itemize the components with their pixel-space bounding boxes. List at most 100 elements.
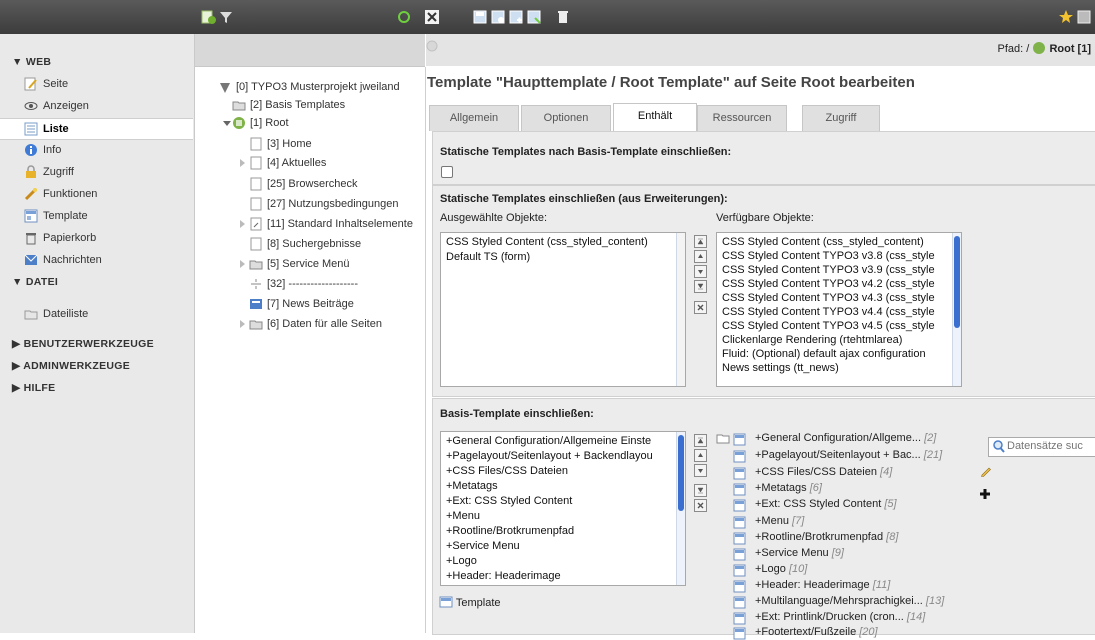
list-item[interactable]: +Service Menu [446, 540, 520, 552]
list-item[interactable]: Clickenlarge Rendering (rtehtmlarea) [722, 334, 902, 346]
new-page-icon[interactable] [200, 9, 216, 25]
breadcrumb-current-page[interactable]: Root [1] [1049, 43, 1091, 55]
record-item[interactable]: +Rootline/Brotkrumenpfad [8] [733, 531, 898, 545]
move-bottom-button[interactable] [694, 484, 707, 497]
record-item[interactable]: +CSS Files/CSS Dateien [4] [733, 466, 892, 480]
record-item[interactable]: +Logo [10] [733, 563, 807, 577]
list-item[interactable]: +Header: Headerimage [446, 570, 561, 582]
list-item[interactable]: +Pagelayout/Seitenlayout + Backendlayou [446, 450, 653, 462]
template-link[interactable]: Template [439, 596, 501, 609]
expand-arrow-icon[interactable] [237, 317, 247, 331]
list-item[interactable]: CSS Styled Content TYPO3 v4.2 (css_style [722, 278, 935, 290]
remove-item-button[interactable] [694, 499, 707, 512]
list-item[interactable]: News settings (tt_news) [722, 362, 839, 374]
menu-group-benutzerwerkzeuge[interactable]: ▶ BENUTZERWERKZEUGE [12, 338, 154, 350]
list-item[interactable]: +Menu [446, 510, 480, 522]
expand-arrow-icon[interactable] [237, 257, 247, 271]
static-basis-checkbox[interactable] [441, 166, 453, 178]
refresh-icon[interactable] [396, 9, 412, 25]
open-new-window-icon[interactable] [1076, 9, 1092, 25]
context-help-icon[interactable] [426, 40, 438, 52]
bookmark-star-icon[interactable] [1058, 9, 1074, 25]
record-item[interactable]: +Ext: Printlink/Drucken (cron... [14] [733, 611, 925, 625]
scrollbar[interactable] [676, 432, 685, 585]
menu-group-adminwerkzeuge[interactable]: ▶ ADMINWERKZEUGE [12, 360, 130, 372]
record-item[interactable]: +Service Menu [9] [733, 547, 844, 561]
expand-arrow-icon[interactable] [237, 156, 247, 170]
list-item[interactable]: +General Configuration/Allgemeine Einste [446, 435, 651, 447]
move-up-button[interactable] [694, 250, 707, 263]
record-item[interactable]: +Header: Headerimage [11] [733, 579, 890, 593]
list-item[interactable]: CSS Styled Content TYPO3 v4.5 (css_style [722, 320, 935, 332]
menu-item-zugriff[interactable]: Zugriff [0, 162, 193, 182]
menu-group-datei[interactable]: ▼ DATEI [12, 276, 58, 288]
tab-ressourcen[interactable]: Ressourcen [697, 105, 787, 131]
menu-item-liste[interactable]: Liste [0, 118, 193, 140]
edit-pencil-icon[interactable] [980, 465, 992, 477]
list-item[interactable]: CSS Styled Content TYPO3 v4.4 (css_style [722, 306, 935, 318]
menu-item-anzeigen[interactable]: Anzeigen [0, 96, 193, 116]
list-item[interactable]: +Metatags [446, 480, 498, 492]
move-down-button[interactable] [694, 265, 707, 278]
tree-node-label: [32] ------------------- [267, 278, 359, 290]
record-item[interactable]: +General Configuration/Allgeme... [2] [733, 432, 936, 446]
scrollbar-thumb[interactable] [954, 236, 960, 328]
collapse-arrow-icon[interactable] [222, 116, 232, 130]
list-item[interactable]: CSS Styled Content TYPO3 v4.3 (css_style [722, 292, 935, 304]
list-item[interactable]: CSS Styled Content (css_styled_content) [722, 236, 924, 248]
page-title: Template "Haupttemplate / Root Template"… [427, 74, 915, 91]
record-search-box[interactable] [988, 437, 1095, 457]
list-item[interactable]: CSS Styled Content TYPO3 v3.8 (css_style [722, 250, 935, 262]
menu-item-template[interactable]: Template [0, 206, 193, 226]
move-bottom-button[interactable] [694, 280, 707, 293]
scrollbar-thumb[interactable] [678, 435, 684, 511]
menu-item-nachrichten[interactable]: Nachrichten [0, 250, 193, 270]
close-icon[interactable] [424, 9, 440, 25]
record-item[interactable]: +Pagelayout/Seitenlayout + Bac... [21] [733, 449, 942, 463]
browse-folder-icon[interactable] [716, 432, 730, 444]
move-top-button[interactable] [694, 434, 707, 447]
list-item[interactable]: Fluid: (Optional) default ajax configura… [722, 348, 926, 360]
record-item[interactable]: +Footertext/Fußzeile [20] [733, 626, 878, 640]
menu-item-info[interactable]: Info [0, 140, 193, 160]
expand-arrow-icon[interactable] [237, 217, 247, 231]
record-item[interactable]: +Multilanguage/Mehrsprachigkei... [13] [733, 595, 944, 609]
filter-icon[interactable] [218, 9, 234, 25]
basis-template-list[interactable]: +General Configuration/Allgemeine Einste… [440, 431, 686, 586]
menu-group-web[interactable]: ▼ WEB [12, 56, 51, 68]
add-record-icon[interactable] [979, 488, 991, 500]
list-item[interactable]: Default TS (form) [446, 251, 530, 263]
menu-item-dateiliste[interactable]: Dateiliste [0, 304, 193, 324]
move-up-button[interactable] [694, 449, 707, 462]
move-down-button[interactable] [694, 464, 707, 477]
delete-icon[interactable] [555, 9, 571, 25]
list-item[interactable]: CSS Styled Content TYPO3 v3.9 (css_style [722, 264, 935, 276]
record-search-input[interactable] [1007, 439, 1095, 453]
menu-item-papierkorb[interactable]: Papierkorb [0, 228, 193, 248]
menu-item-seite[interactable]: Seite [0, 74, 193, 94]
save-close-icon[interactable] [526, 9, 542, 25]
tab-allgemein[interactable]: Allgemein [429, 105, 519, 131]
record-item[interactable]: +Menu [7] [733, 515, 804, 529]
list-item[interactable]: +CSS Files/CSS Dateien [446, 465, 568, 477]
tab-enthaelt[interactable]: Enthält [613, 103, 697, 131]
move-top-button[interactable] [694, 235, 707, 248]
menu-group-hilfe[interactable]: ▶ HILFE [12, 382, 55, 394]
menu-item-funktionen[interactable]: Funktionen [0, 184, 193, 204]
save-icon[interactable] [472, 9, 488, 25]
tab-zugriff[interactable]: Zugriff [802, 105, 880, 131]
scrollbar[interactable] [676, 233, 685, 386]
list-item[interactable]: +Ext: CSS Styled Content [446, 495, 572, 507]
tab-optionen[interactable]: Optionen [521, 105, 611, 131]
available-objects-list[interactable]: CSS Styled Content (css_styled_content) … [716, 232, 962, 387]
record-item[interactable]: +Ext: CSS Styled Content [5] [733, 498, 897, 512]
remove-item-button[interactable] [694, 301, 707, 314]
list-item[interactable]: CSS Styled Content (css_styled_content) [446, 236, 648, 248]
selected-objects-list[interactable]: CSS Styled Content (css_styled_content) … [440, 232, 686, 387]
list-item[interactable]: +Logo [446, 555, 477, 567]
scrollbar[interactable] [952, 233, 961, 386]
save-new-icon[interactable] [508, 9, 524, 25]
save-view-icon[interactable] [490, 9, 506, 25]
list-item[interactable]: +Rootline/Brotkrumenpfad [446, 525, 574, 537]
record-item[interactable]: +Metatags [6] [733, 482, 822, 496]
